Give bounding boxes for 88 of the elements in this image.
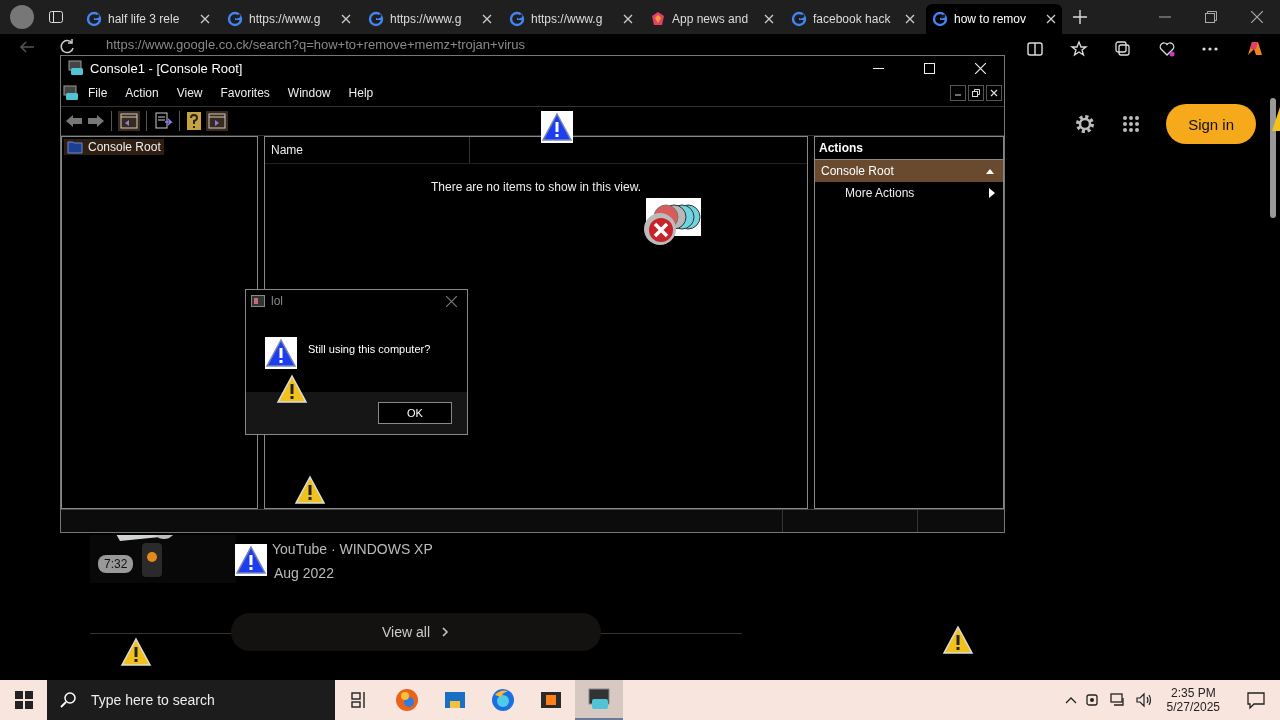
clock-date: 5/27/2025 [1166,700,1220,714]
menu-item[interactable]: Window [278,86,340,100]
refresh-icon[interactable] [58,38,76,56]
tab-actions-icon[interactable] [48,9,64,25]
taskbar-search-box[interactable]: Type here to search [47,680,335,720]
close-tab-icon[interactable] [482,14,492,24]
volume-icon[interactable] [1134,692,1153,708]
close-tab-icon[interactable] [623,14,633,24]
app-logo [650,11,666,27]
warning-icon [294,474,326,506]
video-source: YouTube · WINDOWS XP [272,541,433,557]
google-logo [932,11,948,27]
split-screen-icon[interactable] [1026,40,1044,58]
video-duration: 7:32 [98,555,134,573]
restore-icon[interactable] [1205,11,1217,23]
console-app-icon [63,85,79,101]
address-bar[interactable]: https://www.google.co.ck/search?q=how+to+remove+memz+trojan+virus [98,38,1004,52]
show-hide-action-pane-icon[interactable] [206,111,228,131]
chevron-up-icon[interactable] [1064,696,1077,704]
clock[interactable]: 2:35 PM 5/27/2025 [1166,686,1220,714]
favorites-icon[interactable] [1070,40,1088,58]
tree-item[interactable]: Console Root [64,139,164,155]
sign-in-button[interactable]: Sign in [1166,104,1256,144]
warning-icon [265,337,297,369]
app-icon [251,295,265,307]
menu-item[interactable]: File [79,86,117,100]
heart-pulse-icon[interactable] [1158,40,1176,58]
browser-icon [394,687,420,713]
collections-icon[interactable] [1114,40,1132,58]
search-field[interactable]: Type here to search [89,691,333,709]
google-logo [368,11,384,27]
show-hide-tree-icon[interactable] [118,111,140,131]
menu-item[interactable]: Help [339,86,383,100]
dialog-message: Still using this computer? [308,343,431,357]
search-icon[interactable] [59,691,77,709]
google-logo [509,11,525,27]
column-header[interactable]: Name [265,137,470,163]
action-item[interactable]: More Actions [815,182,1003,204]
forward-icon[interactable] [87,113,105,129]
profile-icon[interactable] [10,5,34,29]
warning-icon [120,636,152,668]
close-tab-icon[interactable] [1046,14,1056,24]
close-icon[interactable] [1251,11,1263,23]
more-icon[interactable] [1202,47,1218,51]
new-tab-icon[interactable] [1073,10,1087,24]
maximize-icon[interactable] [924,62,935,74]
network-icon[interactable] [1108,692,1127,708]
help-icon[interactable] [186,111,202,131]
menu-item[interactable]: View [167,86,212,100]
collapse-arrow-icon[interactable] [985,167,995,175]
dialog-title: lol [271,294,284,308]
export-list-icon[interactable] [153,111,173,131]
settings-icon[interactable] [1074,113,1097,135]
console-app-icon [68,60,84,76]
menu-item[interactable]: Action [116,86,168,100]
video-date: Aug 2022 [274,565,335,581]
close-tab-icon[interactable] [341,14,351,24]
ok-button[interactable]: OK [378,402,452,424]
view-all-button[interactable]: View all [231,613,601,651]
warning-icon [541,111,573,143]
google-logo [86,11,102,27]
close-icon[interactable] [986,85,1002,101]
google-logo [227,11,243,27]
start-button[interactable] [15,691,33,709]
globe-icon [490,687,516,713]
taskbar-app[interactable] [575,680,623,720]
window-title: Console1 - [Console Root] [90,60,244,76]
warning-icon [1272,105,1280,133]
google-logo [791,11,807,27]
warning-icon [235,544,267,576]
close-tab-icon[interactable] [905,14,915,24]
notifications-icon[interactable] [1246,690,1266,710]
apps-grid-icon[interactable] [1122,115,1141,133]
restore-icon[interactable] [968,85,984,101]
warning-icon [942,624,974,656]
folder-icon [67,140,83,154]
meet-now-icon[interactable] [1084,692,1101,708]
close-tab-icon[interactable] [200,14,210,24]
chevron-right-icon [440,627,450,637]
browser-tab[interactable]: how to remov [926,4,1062,34]
close-tab-icon[interactable] [764,14,774,24]
actions-section-header[interactable]: Console Root [815,160,1003,182]
menu-item[interactable]: Favorites [211,86,279,100]
clock-time: 2:35 PM [1170,686,1216,700]
submenu-arrow-icon [989,188,995,198]
console-icon [586,686,612,712]
empty-list-message: There are no items to show in this view. [429,179,643,194]
back-icon[interactable] [65,113,83,129]
